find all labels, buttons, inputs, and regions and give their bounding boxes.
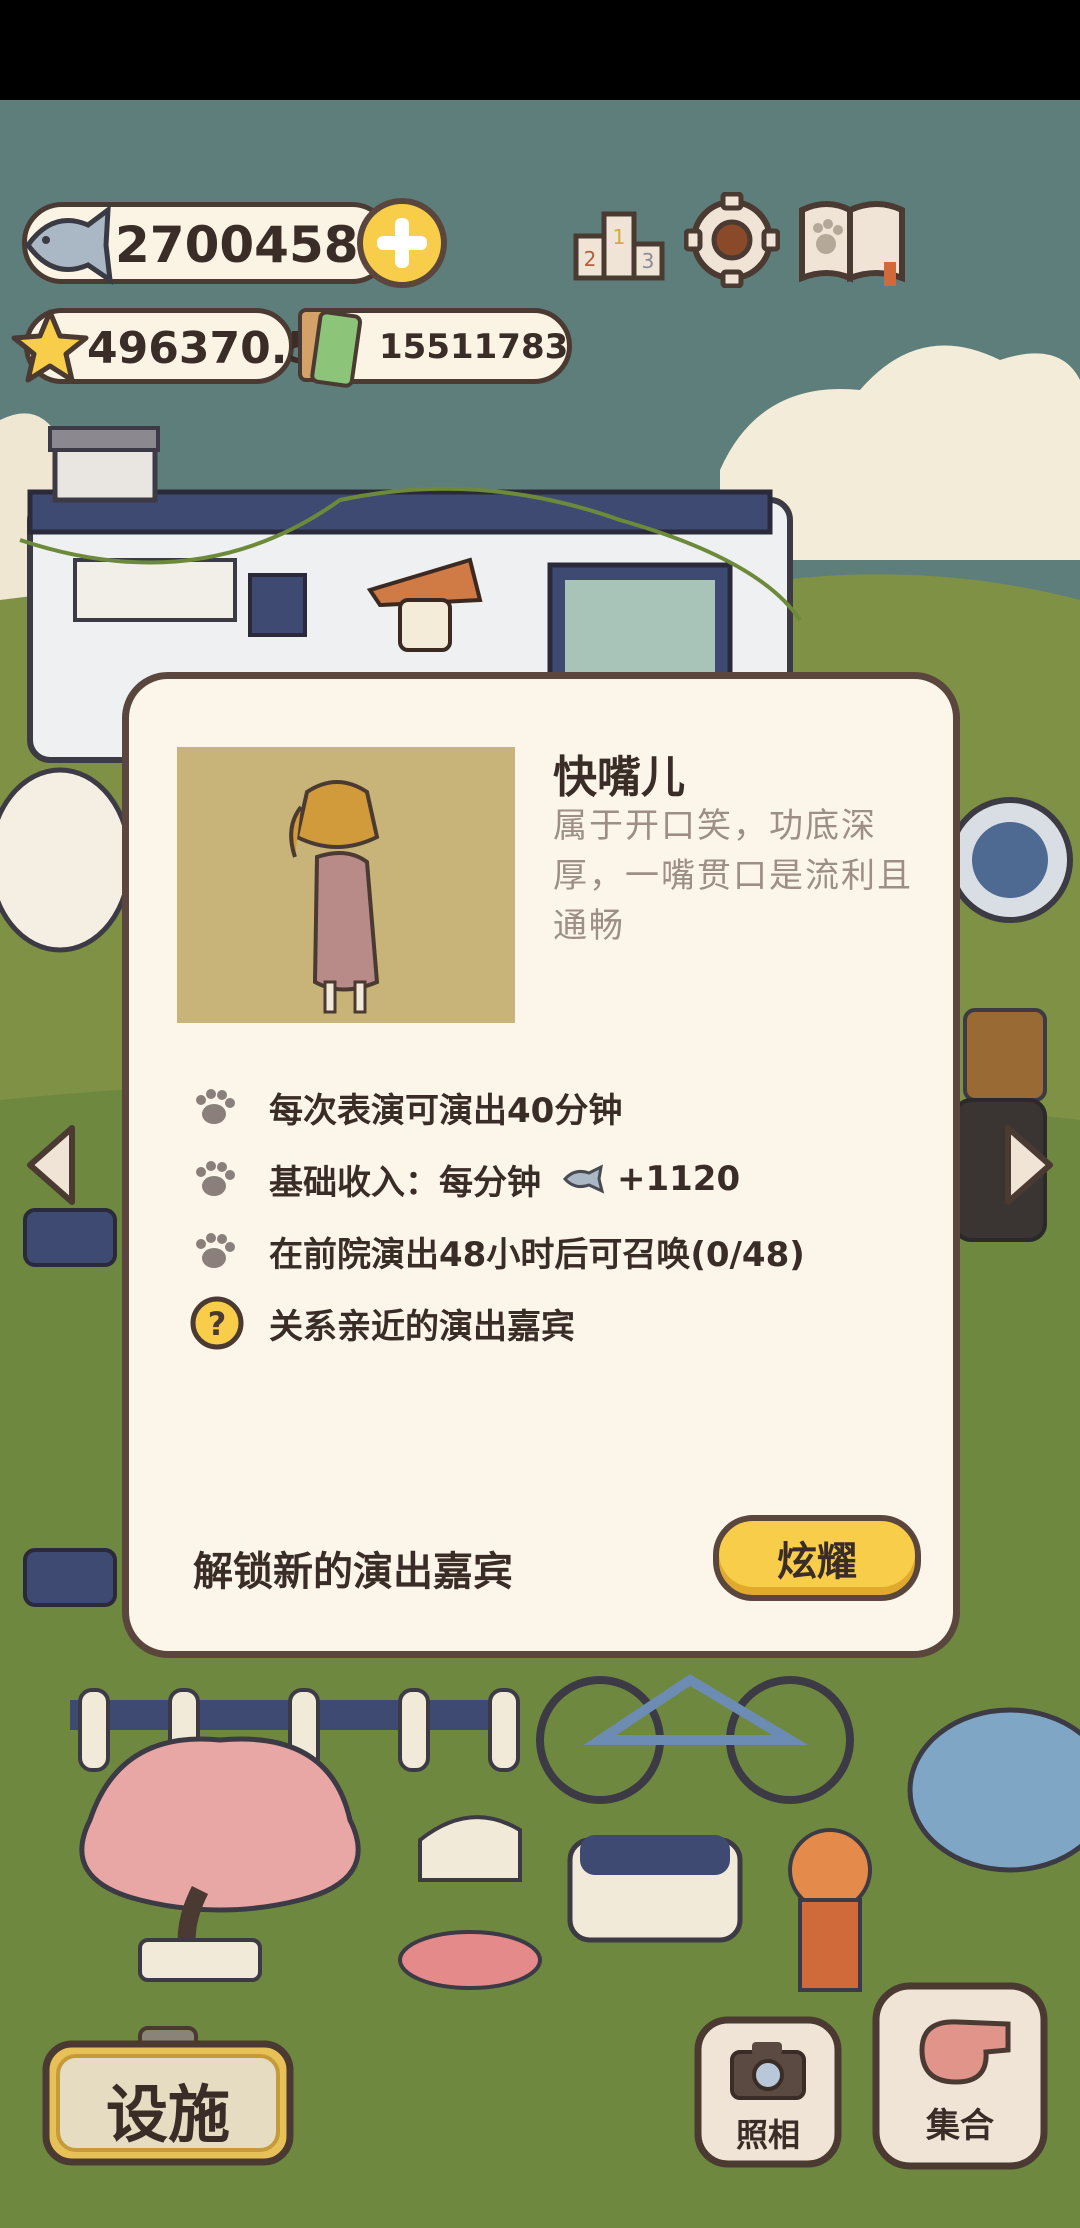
paw-icon xyxy=(196,1089,235,1124)
fish-icon xyxy=(24,204,114,286)
info-income-value: +1120 xyxy=(617,1159,741,1199)
ticket-icon xyxy=(298,308,363,388)
plus-icon xyxy=(357,198,447,288)
facilities-button[interactable]: 设施 xyxy=(40,2026,296,2168)
next-arrow-button[interactable] xyxy=(996,1120,1060,1210)
svg-text:2: 2 xyxy=(584,247,597,271)
svg-text:1: 1 xyxy=(613,225,626,249)
ticket-amount: 15511783 xyxy=(379,327,569,367)
info-row-duration: 每次表演可演出40分钟 xyxy=(189,1077,622,1137)
camera-icon xyxy=(730,2042,806,2100)
fish-amount: 2700458 xyxy=(115,216,359,274)
show-off-button[interactable]: 炫耀 xyxy=(713,1515,921,1601)
gather-button[interactable]: 集合 xyxy=(870,1980,1050,2172)
gather-label: 集合 xyxy=(926,2106,994,2146)
whistle-icon xyxy=(919,2019,1011,2085)
svg-text:?: ? xyxy=(208,1305,227,1343)
info-income-text: 基础收入：每分钟 xyxy=(269,1162,541,1203)
guest-info-dialog: 快嘴儿 属于开口笑，功底深厚，一嘴贯口是流利且通畅 每次表演可演出40分钟 基础… xyxy=(122,672,960,1658)
info-row-summon: 在前院演出48小时后可召唤(0/48) xyxy=(189,1221,805,1281)
paw-icon xyxy=(196,1161,235,1196)
dog-character-illustration xyxy=(177,747,515,1023)
add-currency-button[interactable] xyxy=(355,196,449,290)
gear-icon xyxy=(683,191,781,289)
photo-button[interactable]: 照相 xyxy=(692,2014,844,2170)
chevron-right-icon xyxy=(1005,1125,1053,1205)
settings-button[interactable] xyxy=(683,191,781,289)
unlock-message: 解锁新的演出嘉宾 xyxy=(193,1549,513,1595)
info-duration-text: 每次表演可演出40分钟 xyxy=(269,1090,623,1131)
character-name: 快嘴儿 xyxy=(553,752,685,803)
ranking-button[interactable]: 2 1 3 xyxy=(568,196,668,286)
status-bar xyxy=(0,0,1080,100)
character-description: 属于开口笑，功底深厚，一嘴贯口是流利且通畅 xyxy=(553,806,913,946)
svg-text:3: 3 xyxy=(642,249,655,273)
podium-icon: 2 1 3 xyxy=(573,211,665,281)
info-summon-text: 在前院演出48小时后可召唤(0/48) xyxy=(269,1234,805,1275)
paw-icon xyxy=(196,1233,235,1268)
previous-arrow-button[interactable] xyxy=(20,1120,84,1210)
question-icon: ? xyxy=(190,1296,244,1350)
star-icon xyxy=(11,309,89,383)
character-portrait xyxy=(177,747,515,1023)
fish-icon xyxy=(562,1164,605,1194)
info-row-income: 基础收入：每分钟 +1120 xyxy=(189,1149,740,1209)
photo-label: 照相 xyxy=(735,2116,800,2154)
handbook-button[interactable] xyxy=(792,192,912,292)
paw-book-icon xyxy=(799,201,905,286)
star-amount: 496370.5 xyxy=(87,323,319,374)
chevron-left-icon xyxy=(27,1125,75,1205)
info-row-relation[interactable]: ? 关系亲近的演出嘉宾 xyxy=(189,1293,575,1353)
facilities-label: 设施 xyxy=(105,2078,230,2151)
info-relation-text: 关系亲近的演出嘉宾 xyxy=(269,1306,575,1347)
